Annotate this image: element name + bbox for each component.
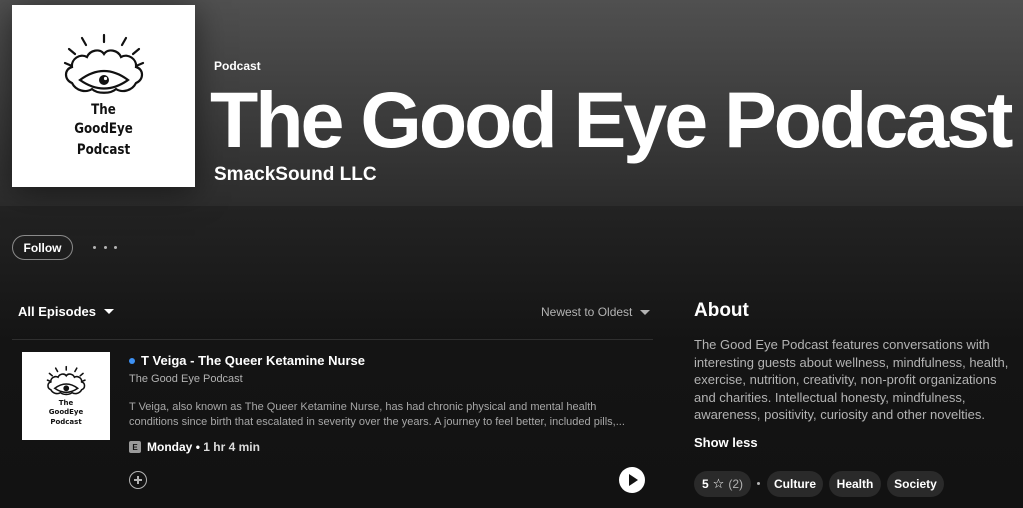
tag-health[interactable]: Health: [829, 471, 881, 497]
episode-description: T Veiga, also known as The Queer Ketamin…: [129, 401, 625, 428]
tag-culture[interactable]: Culture: [767, 471, 823, 497]
dot: [103, 245, 107, 249]
tag-society[interactable]: Society: [887, 471, 944, 497]
show-less-button[interactable]: Show less: [694, 435, 758, 450]
chevron-down-icon: [640, 309, 651, 315]
dot: [114, 245, 117, 249]
cover-title-line: Podcast: [76, 142, 131, 158]
rating-count: (2): [728, 477, 743, 491]
sort-dropdown[interactable]: Newest to Oldest: [541, 305, 651, 319]
cover-title-line: Podcast: [50, 418, 82, 426]
about-heading: About: [694, 300, 749, 321]
episode-show-link[interactable]: The Good Eye Podcast: [129, 373, 243, 385]
episode-cover-art[interactable]: The GoodEye Podcast: [22, 352, 110, 440]
play-icon[interactable]: [619, 467, 645, 493]
dot: [93, 245, 96, 249]
more-options-icon[interactable]: [93, 239, 117, 255]
episode-meta: Monday • 1 hr 4 min: [147, 440, 260, 454]
sort-label: Newest to Oldest: [541, 305, 633, 319]
content-type-label: Podcast: [214, 59, 261, 73]
add-to-library-icon[interactable]: [129, 471, 147, 489]
cover-title-line: GoodEye: [48, 408, 84, 416]
separator-dot: [757, 482, 760, 485]
cover-title-line: GoodEye: [74, 121, 133, 137]
episode-title-link[interactable]: T Veiga - The Queer Ketamine Nurse: [141, 353, 365, 368]
episode-filter-dropdown[interactable]: All Episodes: [18, 304, 115, 319]
episode-duration: 1 hr 4 min: [203, 440, 260, 454]
new-episode-indicator: [129, 358, 135, 364]
rating-button[interactable]: 5 ☆ (2): [694, 471, 751, 497]
publisher-link[interactable]: SmackSound LLC: [214, 164, 377, 186]
cover-title-line: The: [91, 102, 116, 118]
star-icon: ☆: [712, 476, 725, 491]
rating-value: 5: [701, 477, 709, 491]
page-title: The Good Eye Podcast: [210, 75, 1013, 164]
chevron-down-icon: [104, 309, 115, 314]
filter-label: All Episodes: [18, 304, 97, 319]
podcast-cover-art: The GoodEye Podcast: [12, 5, 195, 187]
follow-button[interactable]: Follow: [12, 235, 73, 260]
episode-date: Monday: [147, 440, 193, 454]
about-description: The Good Eye Podcast features conversati…: [694, 337, 1009, 422]
divider: [12, 339, 653, 340]
explicit-badge: E: [129, 441, 141, 453]
